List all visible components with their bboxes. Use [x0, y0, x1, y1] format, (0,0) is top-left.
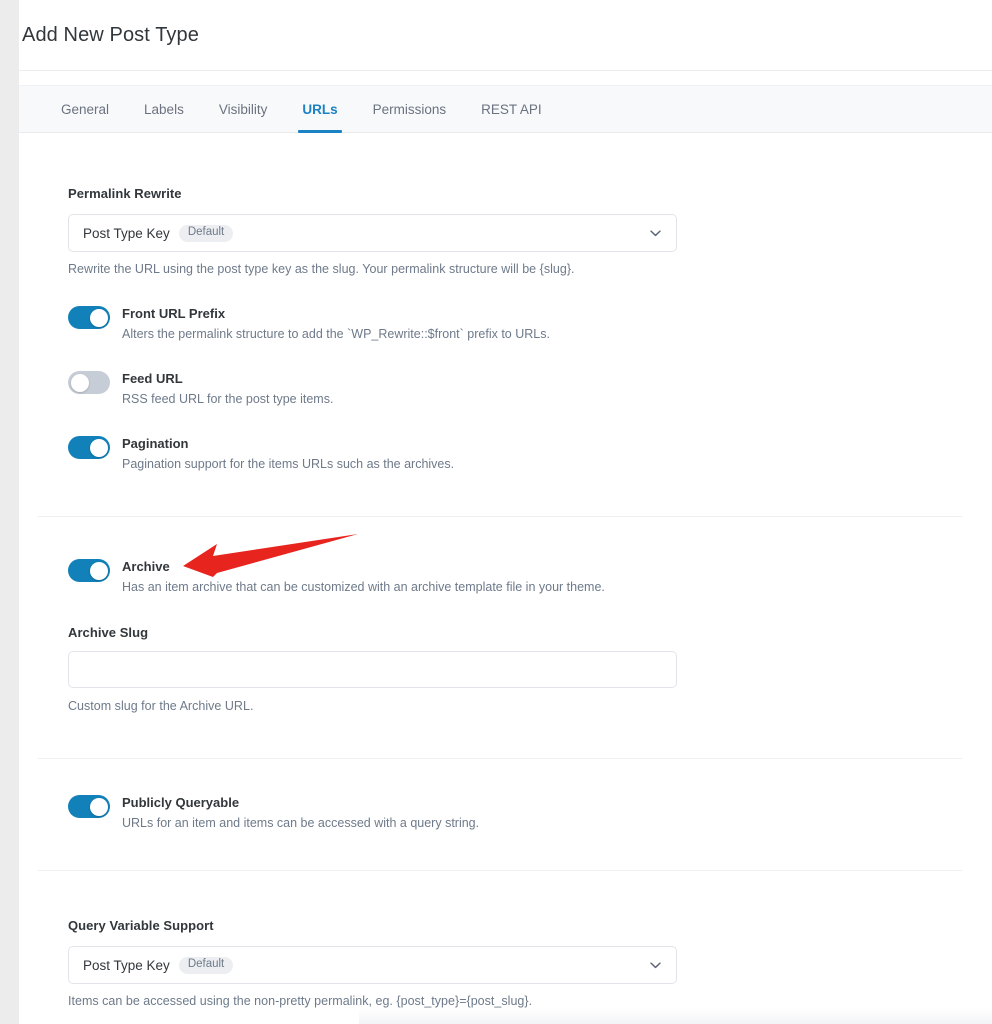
tab-permissions[interactable]: Permissions — [361, 86, 459, 132]
tab-labels[interactable]: Labels — [132, 86, 196, 132]
permalink-rewrite-select[interactable]: Post Type Key Default — [68, 214, 677, 252]
query-variable-support-select[interactable]: Post Type Key Default — [68, 946, 677, 984]
publicly-queryable-label: Publicly Queryable — [122, 795, 240, 810]
archive-slug-label: Archive Slug — [68, 625, 149, 640]
field-archive-slug: Archive Slug Custom slug for the Archive… — [68, 625, 677, 713]
sticky-footer-gradient — [359, 1008, 992, 1024]
app-root: Add New Post Type General Labels Visibil… — [0, 0, 992, 1024]
settings-tabs: General Labels Visibility URLs Permissio… — [19, 85, 992, 133]
archive-slug-helper: Custom slug for the Archive URL. — [68, 699, 254, 713]
pagination-toggle[interactable] — [68, 436, 110, 459]
publicly-queryable-toggle[interactable] — [68, 795, 110, 818]
field-archive: Archive Has an item archive that can be … — [68, 558, 605, 594]
tab-urls[interactable]: URLs — [290, 86, 349, 133]
chevron-down-icon — [648, 958, 663, 973]
query-variable-support-helper: Items can be accessed using the non-pret… — [68, 994, 533, 1008]
urls-settings-panel: Permalink Rewrite Post Type Key Default … — [19, 133, 992, 1024]
front-url-prefix-label: Front URL Prefix — [122, 306, 226, 321]
section-divider-1 — [38, 516, 962, 517]
feed-url-description: RSS feed URL for the post type items. — [122, 392, 334, 407]
query-variable-support-badge: Default — [178, 956, 234, 974]
field-publicly-queryable: Publicly Queryable URLs for an item and … — [68, 794, 479, 830]
field-query-variable-support: Query Variable Support Post Type Key Def… — [68, 918, 677, 1008]
toggle-knob — [89, 308, 108, 327]
page-title: Add New Post Type — [22, 23, 199, 46]
archive-slug-input[interactable] — [68, 651, 677, 688]
publicly-queryable-description: URLs for an item and items can be access… — [122, 816, 480, 831]
permalink-rewrite-helper: Rewrite the URL using the post type key … — [68, 262, 575, 276]
query-variable-support-value: Post Type Key — [83, 957, 170, 973]
toggle-knob — [70, 373, 89, 392]
section-divider-2 — [38, 758, 962, 759]
front-url-prefix-toggle[interactable] — [68, 306, 110, 329]
field-feed-url: Feed URL RSS feed URL for the post type … — [68, 370, 333, 406]
archive-toggle[interactable] — [68, 559, 110, 582]
pagination-label: Pagination — [122, 436, 189, 451]
archive-label: Archive — [122, 559, 170, 574]
tabbar-wrapper: General Labels Visibility URLs Permissio… — [19, 71, 992, 133]
tab-visibility[interactable]: Visibility — [207, 86, 280, 132]
toggle-knob — [89, 438, 108, 457]
toggle-knob — [89, 797, 108, 816]
tab-general[interactable]: General — [49, 86, 121, 132]
pagination-description: Pagination support for the items URLs su… — [122, 457, 455, 472]
field-permalink-rewrite: Permalink Rewrite Post Type Key Default … — [68, 186, 677, 276]
feed-url-toggle[interactable] — [68, 371, 110, 394]
permalink-rewrite-label: Permalink Rewrite — [68, 186, 182, 201]
field-front-url-prefix: Front URL Prefix Alters the permalink st… — [68, 305, 550, 341]
permalink-rewrite-badge: Default — [178, 224, 234, 242]
archive-description: Has an item archive that can be customiz… — [122, 580, 605, 595]
page-header: Add New Post Type — [19, 0, 992, 71]
admin-menu-rail — [0, 0, 19, 1024]
feed-url-label: Feed URL — [122, 371, 183, 386]
tab-rest-api[interactable]: REST API — [469, 86, 554, 132]
toggle-knob — [89, 561, 108, 580]
section-divider-3 — [38, 870, 962, 871]
query-variable-support-label: Query Variable Support — [68, 918, 214, 933]
field-pagination: Pagination Pagination support for the it… — [68, 435, 454, 471]
front-url-prefix-description: Alters the permalink structure to add th… — [122, 327, 550, 342]
chevron-down-icon — [648, 226, 663, 241]
page-surface: Add New Post Type General Labels Visibil… — [19, 0, 992, 1024]
permalink-rewrite-value: Post Type Key — [83, 225, 170, 241]
